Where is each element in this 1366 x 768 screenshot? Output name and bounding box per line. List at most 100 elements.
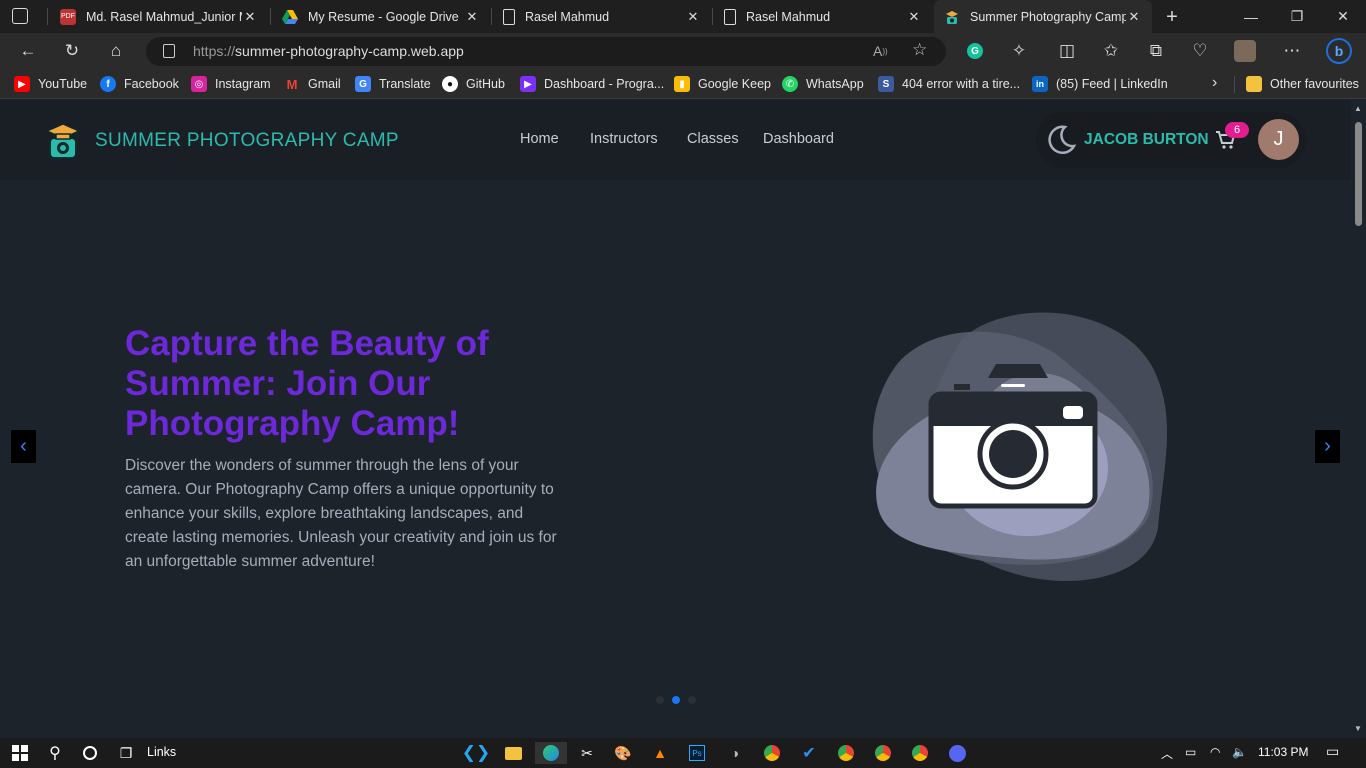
tab-google-drive[interactable]: My Resume - Google Drive ✕ (272, 0, 490, 33)
scroll-up-icon[interactable]: ▲ (1354, 104, 1362, 113)
restore-icon[interactable]: ❐ (1274, 0, 1320, 33)
battery-icon[interactable]: ▭ (1185, 745, 1196, 759)
cortana-icon[interactable] (79, 742, 101, 764)
bookmark-facebook[interactable]: f Facebook (100, 76, 179, 92)
minimize-icon[interactable]: — (1228, 0, 1274, 33)
close-icon[interactable]: ✕ (242, 9, 258, 25)
windows-start-icon[interactable] (9, 742, 31, 764)
hero-description: Discover the wonders of summer through t… (125, 457, 557, 570)
tab-label: Rasel Mahmud (746, 9, 831, 24)
search-icon[interactable]: ⚲ (44, 742, 66, 764)
notification-icon[interactable]: ▭ (1326, 743, 1339, 760)
read-aloud-icon[interactable]: A)) (873, 43, 888, 59)
tab-label: My Resume - Google Drive (308, 9, 459, 24)
lock-icon (163, 44, 175, 58)
nav-home[interactable]: Home (520, 131, 559, 147)
bookmark-github[interactable]: ● GitHub (442, 76, 505, 92)
tab-summer-photography-camp[interactable]: Summer Photography Camp ✕ (934, 0, 1152, 33)
carousel-dot[interactable] (656, 696, 664, 704)
file-explorer-icon[interactable] (502, 742, 524, 764)
bing-icon[interactable]: b (1324, 36, 1354, 66)
close-icon[interactable]: ✕ (685, 9, 701, 25)
tab-rasel-mahmud-1[interactable]: Rasel Mahmud ✕ (493, 0, 711, 33)
close-icon[interactable]: ✕ (906, 9, 922, 25)
nav-instructors[interactable]: Instructors (590, 131, 658, 147)
wifi-icon[interactable]: ◠ (1210, 745, 1220, 759)
volume-icon[interactable]: 🔈 (1232, 745, 1247, 759)
carousel-prev-button[interactable]: ‹ (11, 430, 36, 463)
tab-resume-pdf[interactable]: PDF Md. Rasel Mahmud_Junior MERN ✕ (50, 0, 268, 33)
nav-dashboard[interactable]: Dashboard (763, 131, 834, 147)
grammarly-icon[interactable]: G (960, 36, 990, 66)
url-text: https://summer-photography-camp.web.app (193, 43, 464, 59)
tab-actions-icon[interactable] (12, 8, 28, 24)
bookmark-404-error[interactable]: S 404 error with a tire... (878, 76, 1020, 92)
extensions-icon[interactable]: ✧ (1004, 36, 1034, 66)
bookmark-linkedin[interactable]: in (85) Feed | LinkedIn (1032, 76, 1168, 92)
bookmark-youtube[interactable]: ▶ YouTube (14, 76, 87, 92)
carousel-dot[interactable] (688, 696, 696, 704)
new-tab-icon[interactable]: + (1160, 5, 1184, 29)
links-toolbar[interactable]: Links (147, 745, 176, 759)
scrollbar-thumb[interactable] (1355, 122, 1362, 226)
bookmark-gmail[interactable]: M Gmail (284, 76, 341, 92)
tray-chevron-icon[interactable]: ︿ (1161, 745, 1173, 762)
moon-icon[interactable] (1045, 124, 1077, 156)
camera-illustration (858, 308, 1168, 593)
photoshop-icon[interactable]: Ps (686, 742, 708, 764)
gmail-icon: M (286, 76, 298, 92)
bookmark-instagram[interactable]: ◎ Instagram (191, 76, 271, 92)
avatar[interactable]: J (1258, 119, 1299, 160)
profile-icon[interactable] (1230, 36, 1260, 66)
split-screen-icon[interactable]: ◫ (1052, 36, 1082, 66)
snipping-tool-icon[interactable]: ✂ (576, 742, 598, 764)
favorite-star-icon[interactable]: ☆ (912, 40, 927, 60)
address-bar[interactable]: https://summer-photography-camp.web.app … (146, 37, 946, 66)
app-icon[interactable]: ◑ (724, 742, 746, 764)
carousel-dot[interactable] (672, 696, 680, 704)
performance-icon[interactable]: ♡ (1185, 36, 1215, 66)
chrome-icon[interactable] (835, 742, 857, 764)
back-icon[interactable]: ← (13, 36, 43, 66)
cart-count-badge: 6 (1225, 122, 1249, 138)
nav-classes[interactable]: Classes (687, 131, 739, 147)
tab-label: Summer Photography Camp (970, 9, 1126, 24)
clock[interactable]: 11:03 PM (1258, 745, 1308, 759)
discord-icon[interactable] (946, 742, 968, 764)
favorites-icon[interactable]: ✩ (1096, 36, 1126, 66)
todo-icon[interactable]: ✔ (798, 742, 820, 764)
chevron-right-icon[interactable]: › (1212, 74, 1217, 92)
bookmark-dashboard[interactable]: ▶ Dashboard - Progra... (520, 76, 664, 92)
folder-icon (1246, 76, 1262, 92)
close-window-icon[interactable]: ✕ (1320, 0, 1366, 33)
collections-icon[interactable]: ⧉ (1141, 36, 1171, 66)
translate-icon: G (355, 76, 371, 92)
keep-icon: ▮ (674, 76, 690, 92)
carousel-next-button[interactable]: › (1315, 430, 1340, 463)
tab-rasel-mahmud-2[interactable]: Rasel Mahmud ✕ (714, 0, 932, 33)
scroll-down-icon[interactable]: ▼ (1354, 724, 1362, 733)
tab-label: Md. Rasel Mahmud_Junior MERN (86, 9, 242, 24)
chrome-icon[interactable] (909, 742, 931, 764)
close-icon[interactable]: ✕ (1126, 9, 1142, 25)
stackoverflow-icon: S (878, 76, 894, 92)
home-icon[interactable]: ⌂ (101, 36, 131, 66)
task-view-icon[interactable]: ❐ (115, 742, 137, 764)
bookmark-other-favourites[interactable]: Other favourites (1246, 76, 1359, 92)
refresh-icon[interactable]: ↻ (57, 36, 87, 66)
paint-icon[interactable]: 🎨 (612, 742, 634, 764)
camp-logo-icon[interactable] (44, 122, 82, 160)
close-icon[interactable]: ✕ (464, 9, 480, 25)
chrome-icon[interactable] (872, 742, 894, 764)
bookmark-whatsapp[interactable]: ✆ WhatsApp (782, 76, 864, 92)
bookmark-translate[interactable]: G Translate (355, 76, 431, 92)
bookmark-google-keep[interactable]: ▮ Google Keep (674, 76, 771, 92)
vscode-icon[interactable]: ❮❯ (462, 742, 491, 764)
more-menu-icon[interactable]: ⋯ (1277, 36, 1307, 66)
site-brand[interactable]: SUMMER PHOTOGRAPHY CAMP (95, 130, 399, 152)
page-scrollbar[interactable]: ▲ ▼ (1351, 100, 1366, 738)
vlc-icon[interactable]: ▲ (649, 742, 671, 764)
chrome-icon[interactable] (761, 742, 783, 764)
edge-icon[interactable] (535, 742, 567, 764)
bookmarks-bar: ▶ YouTube f Facebook ◎ Instagram M Gmail G Tr… (0, 69, 1366, 99)
